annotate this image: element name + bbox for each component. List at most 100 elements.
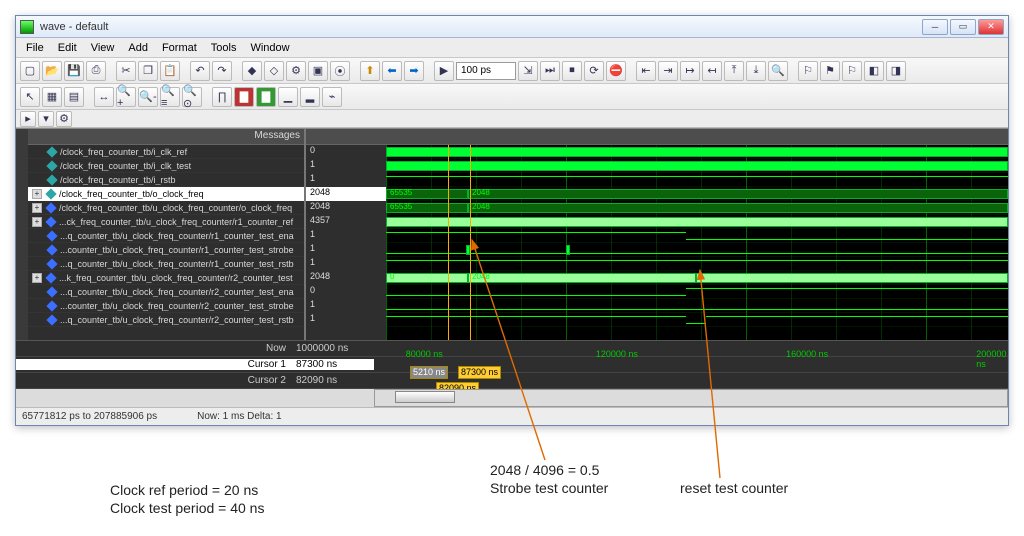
run-all-icon[interactable]: ⏭ (540, 61, 560, 81)
close-button[interactable]: ✕ (978, 19, 1004, 35)
cursor-prev-icon[interactable]: ⇤ (636, 61, 656, 81)
maximize-button[interactable]: ▭ (950, 19, 976, 35)
zoom-full-icon[interactable]: 🔍≡ (160, 87, 180, 107)
sim4-icon[interactable]: ▣ (308, 61, 328, 81)
tool-a-icon[interactable]: ◧ (864, 61, 884, 81)
new-icon[interactable]: ▢ (20, 61, 40, 81)
cursor1-box[interactable]: 87300 ns (458, 366, 501, 379)
fall-icon[interactable]: ⤓ (746, 61, 766, 81)
sim2-icon[interactable]: ◇ (264, 61, 284, 81)
search-icon[interactable]: 🔍 (768, 61, 788, 81)
filter-icon[interactable]: ⦿ (330, 61, 350, 81)
gutter (16, 129, 28, 340)
copy-icon[interactable]: ❐ (138, 61, 158, 81)
signal-diamond-icon (46, 300, 57, 311)
expand-icon[interactable]: + (32, 273, 42, 283)
signal-row[interactable]: ...q_counter_tb/u_clock_freq_counter/r1_… (28, 257, 304, 271)
menu-edit[interactable]: Edit (52, 40, 83, 56)
expand-icon[interactable]: + (32, 189, 42, 199)
restart-icon[interactable]: ⟳ (584, 61, 604, 81)
menu-file[interactable]: File (20, 40, 50, 56)
stop-icon[interactable]: ⏹ (562, 61, 582, 81)
sig-collapse-icon[interactable]: ▾ (38, 111, 54, 127)
open-icon[interactable]: 📂 (42, 61, 62, 81)
nav-fwd-icon[interactable]: ➡ (404, 61, 424, 81)
bookmark3-icon[interactable]: ⚐ (842, 61, 862, 81)
bus-value-label: 65535 (388, 202, 414, 214)
format-lit-icon[interactable]: ▁ (278, 87, 298, 107)
zoom-cursor-icon[interactable]: 🔍⊙ (182, 87, 202, 107)
waveform-canvas[interactable]: 655352048655352048020480 (386, 145, 1008, 340)
window-title: wave - default (40, 21, 922, 33)
signal-row[interactable]: ...counter_tb/u_clock_freq_counter/r1_co… (28, 243, 304, 257)
paste-icon[interactable]: 📋 (160, 61, 180, 81)
sim3-icon[interactable]: ⚙ (286, 61, 306, 81)
format-event-icon[interactable]: ▂ (300, 87, 320, 107)
expand-icon[interactable]: + (32, 217, 42, 227)
cursor-line-c2[interactable] (448, 145, 449, 340)
cursor-next-icon[interactable]: ⇥ (658, 61, 678, 81)
select2-icon[interactable]: ▤ (64, 87, 84, 107)
menu-format[interactable]: Format (156, 40, 203, 56)
signal-row[interactable]: ...counter_tb/u_clock_freq_counter/r2_co… (28, 299, 304, 313)
signal-row[interactable]: +/clock_freq_counter_tb/u_clock_freq_cou… (28, 201, 304, 215)
sig-expand-icon[interactable]: ▸ (20, 111, 36, 127)
signal-value: 2048 (306, 201, 386, 215)
signal-name: /clock_freq_counter_tb/o_clock_freq (59, 189, 304, 199)
zoom-out-icon[interactable]: 🔍- (138, 87, 158, 107)
break-icon[interactable]: ⛔ (606, 61, 626, 81)
nav-back-icon[interactable]: ⬅ (382, 61, 402, 81)
signal-names-panel: Messages /clock_freq_counter_tb/i_clk_re… (28, 129, 304, 340)
signal-values-panel: 0112048204843571112048011 (304, 129, 386, 340)
annot-clock-ref: Clock ref period = 20 ns (110, 482, 258, 498)
undo-icon[interactable]: ↶ (190, 61, 210, 81)
format-hex-icon[interactable]: ∏ (212, 87, 232, 107)
menu-tools[interactable]: Tools (205, 40, 243, 56)
redo-icon[interactable]: ↷ (212, 61, 232, 81)
sim-icon[interactable]: ◆ (242, 61, 262, 81)
signal-row[interactable]: ...q_counter_tb/u_clock_freq_counter/r2_… (28, 285, 304, 299)
pointer-icon[interactable]: ↖ (20, 87, 40, 107)
menu-window[interactable]: Window (244, 40, 295, 56)
signal-row[interactable]: /clock_freq_counter_tb/i_clk_test (28, 159, 304, 173)
expand-icon[interactable]: + (32, 203, 42, 213)
format-analog-icon[interactable]: ▇ (234, 87, 254, 107)
scroll-thumb[interactable] (395, 391, 455, 403)
run-icon[interactable]: ▶ (434, 61, 454, 81)
bookmark2-icon[interactable]: ⚑ (820, 61, 840, 81)
minimize-button[interactable]: ─ (922, 19, 948, 35)
signal-row[interactable]: + /clock_freq_counter_tb/o_clock_freq (28, 187, 304, 201)
signal-row[interactable]: +...k_freq_counter_tb/u_clock_freq_count… (28, 271, 304, 285)
signal-diamond-icon (46, 160, 57, 171)
app-icon (20, 20, 34, 34)
signal-row[interactable]: +...ck_freq_counter_tb/u_clock_freq_coun… (28, 215, 304, 229)
print-icon[interactable]: ⎙ (86, 61, 106, 81)
menu-add[interactable]: Add (122, 40, 154, 56)
nav-up-icon[interactable]: ⬆ (360, 61, 380, 81)
horizontal-scrollbar[interactable] (374, 389, 1008, 407)
signal-value: 1 (306, 313, 386, 327)
signal-row[interactable]: /clock_freq_counter_tb/i_rstb (28, 173, 304, 187)
format-binary-icon[interactable]: ▇ (256, 87, 276, 107)
select-icon[interactable]: ▦ (42, 87, 62, 107)
bookmark1-icon[interactable]: ⚐ (798, 61, 818, 81)
cut-icon[interactable]: ✂ (116, 61, 136, 81)
status-range: 65771812 ps to 207885906 ps (22, 411, 157, 422)
signal-row[interactable]: /clock_freq_counter_tb/i_clk_ref (28, 145, 304, 159)
zoom-range-icon[interactable]: ↔ (94, 87, 114, 107)
edge-prev-icon[interactable]: ↦ (680, 61, 700, 81)
menu-view[interactable]: View (85, 40, 121, 56)
rise-icon[interactable]: ⤒ (724, 61, 744, 81)
format-x-icon[interactable]: ⌁ (322, 87, 342, 107)
cursor-line-c1[interactable] (470, 145, 471, 340)
signal-row[interactable]: ...q_counter_tb/u_clock_freq_counter/r2_… (28, 313, 304, 327)
sig-config-icon[interactable]: ⚙ (56, 111, 72, 127)
signal-row[interactable]: ...q_counter_tb/u_clock_freq_counter/r1_… (28, 229, 304, 243)
signal-diamond-icon (46, 286, 57, 297)
save-icon[interactable]: 💾 (64, 61, 84, 81)
tool-b-icon[interactable]: ◨ (886, 61, 906, 81)
edge-next-icon[interactable]: ↤ (702, 61, 722, 81)
zoom-in-icon[interactable]: 🔍+ (116, 87, 136, 107)
run-step-icon[interactable]: ⇲ (518, 61, 538, 81)
run-length-input[interactable] (456, 62, 516, 80)
